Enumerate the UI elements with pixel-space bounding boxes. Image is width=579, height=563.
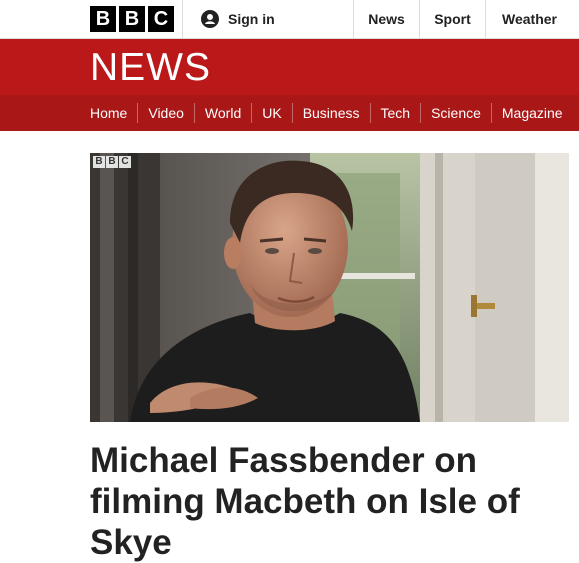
bbc-watermark-letter: B [106,156,118,168]
news-masthead: NEWS [0,39,579,95]
nav-item-tech[interactable]: Tech [369,103,421,123]
top-link-weather[interactable]: Weather [485,0,579,38]
nav-item-science[interactable]: Science [420,103,491,123]
nav-item-uk[interactable]: UK [251,103,291,123]
bbc-logo-letter: B [119,6,145,32]
nav-item-magazine[interactable]: Magazine [490,103,573,123]
sign-in-link[interactable]: Sign in [182,0,293,38]
bbc-watermark-letter: B [93,156,105,168]
bbc-logo[interactable]: B B C [90,6,174,32]
bbc-logo-letter: B [90,6,116,32]
nav-item-home[interactable]: Home [80,103,137,123]
user-icon [201,10,219,28]
nav-item-business[interactable]: Business [291,103,370,123]
section-nav: Home Video World UK Business Tech Scienc… [0,95,579,131]
top-link-news[interactable]: News [353,0,419,38]
bbc-watermark: B B C [93,156,131,168]
top-bar: B B C Sign in News Sport Weather [0,0,579,39]
top-links: News Sport Weather [353,0,579,38]
news-logo[interactable]: NEWS [90,47,211,89]
nav-item-video[interactable]: Video [137,103,194,123]
bbc-logo-letter: C [148,6,174,32]
article-headline: Michael Fassbender on filming Macbeth on… [90,441,520,562]
sign-in-label: Sign in [228,11,275,27]
video-still-image [90,153,569,422]
video-still[interactable]: B B C [90,153,569,422]
top-link-sport[interactable]: Sport [419,0,485,38]
bbc-watermark-letter: C [119,156,131,168]
nav-item-world[interactable]: World [193,103,251,123]
